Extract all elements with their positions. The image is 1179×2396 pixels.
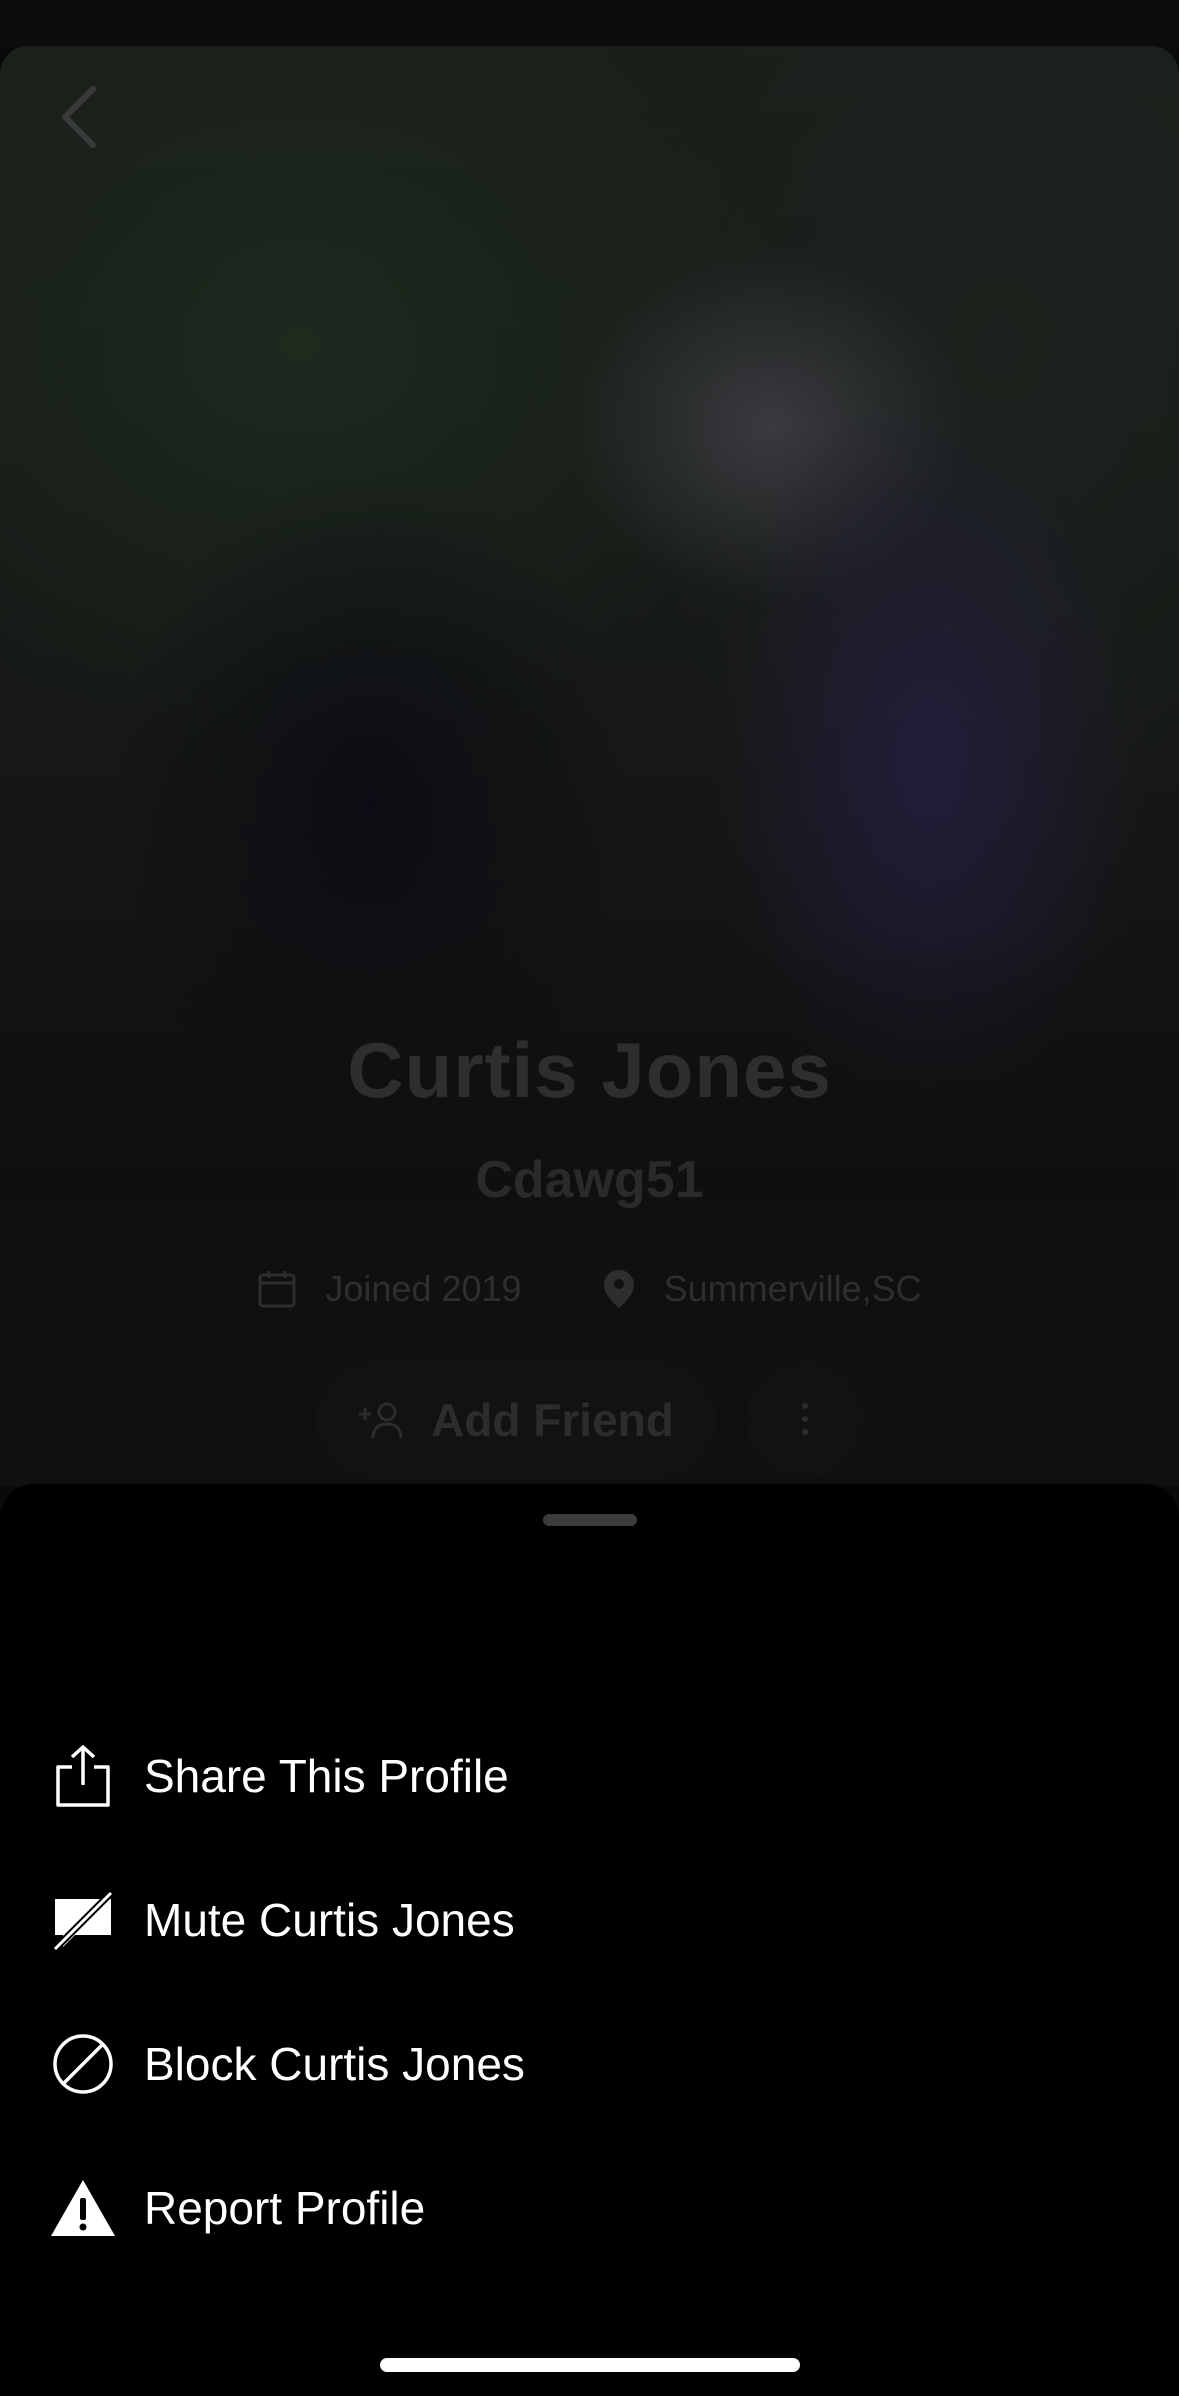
sheet-grabber[interactable] (543, 1514, 637, 1526)
share-icon (48, 1741, 118, 1811)
back-button[interactable] (24, 62, 134, 172)
location-pin-icon (603, 1270, 634, 1308)
home-indicator (380, 2358, 800, 2372)
location-info: Summerville,SC (602, 1268, 922, 1310)
profile-actions: Add Friend (0, 1360, 1179, 1480)
add-friend-label: Add Friend (431, 1394, 674, 1446)
more-vertical-icon (801, 1403, 808, 1435)
mute-user-item[interactable]: Mute Curtis Jones (0, 1848, 1179, 1992)
share-profile-item[interactable]: Share This Profile (0, 1704, 1179, 1848)
block-user-item[interactable]: Block Curtis Jones (0, 1992, 1179, 2136)
options-menu: Share This Profile Mute Curtis Jones Blo… (0, 1704, 1179, 2280)
report-profile-label: Report Profile (144, 2182, 426, 2234)
block-icon (48, 2029, 118, 2099)
share-profile-label: Share This Profile (144, 1750, 509, 1802)
more-options-button[interactable] (745, 1360, 864, 1478)
add-user-icon (359, 1402, 403, 1439)
mute-user-label: Mute Curtis Jones (144, 1894, 515, 1946)
block-user-label: Block Curtis Jones (144, 2038, 525, 2090)
status-bar (0, 0, 1179, 46)
location-text: Summerville,SC (663, 1268, 922, 1309)
mute-icon (48, 1885, 118, 1955)
options-bottom-sheet: Share This Profile Mute Curtis Jones Blo… (0, 1484, 1179, 2396)
chevron-left-icon (62, 86, 96, 148)
calendar-icon (258, 1271, 296, 1308)
profile-meta: Joined 2019 Summerville,SC (0, 1268, 1179, 1310)
profile-name: Curtis Jones (347, 1026, 832, 1114)
joined-text: Joined 2019 (325, 1268, 522, 1309)
report-profile-item[interactable]: Report Profile (0, 2136, 1179, 2280)
profile-username: Cdawg51 (475, 1151, 704, 1209)
joined-info: Joined 2019 (257, 1268, 522, 1310)
add-friend-button[interactable]: Add Friend (315, 1360, 716, 1480)
warning-icon (48, 2173, 118, 2243)
